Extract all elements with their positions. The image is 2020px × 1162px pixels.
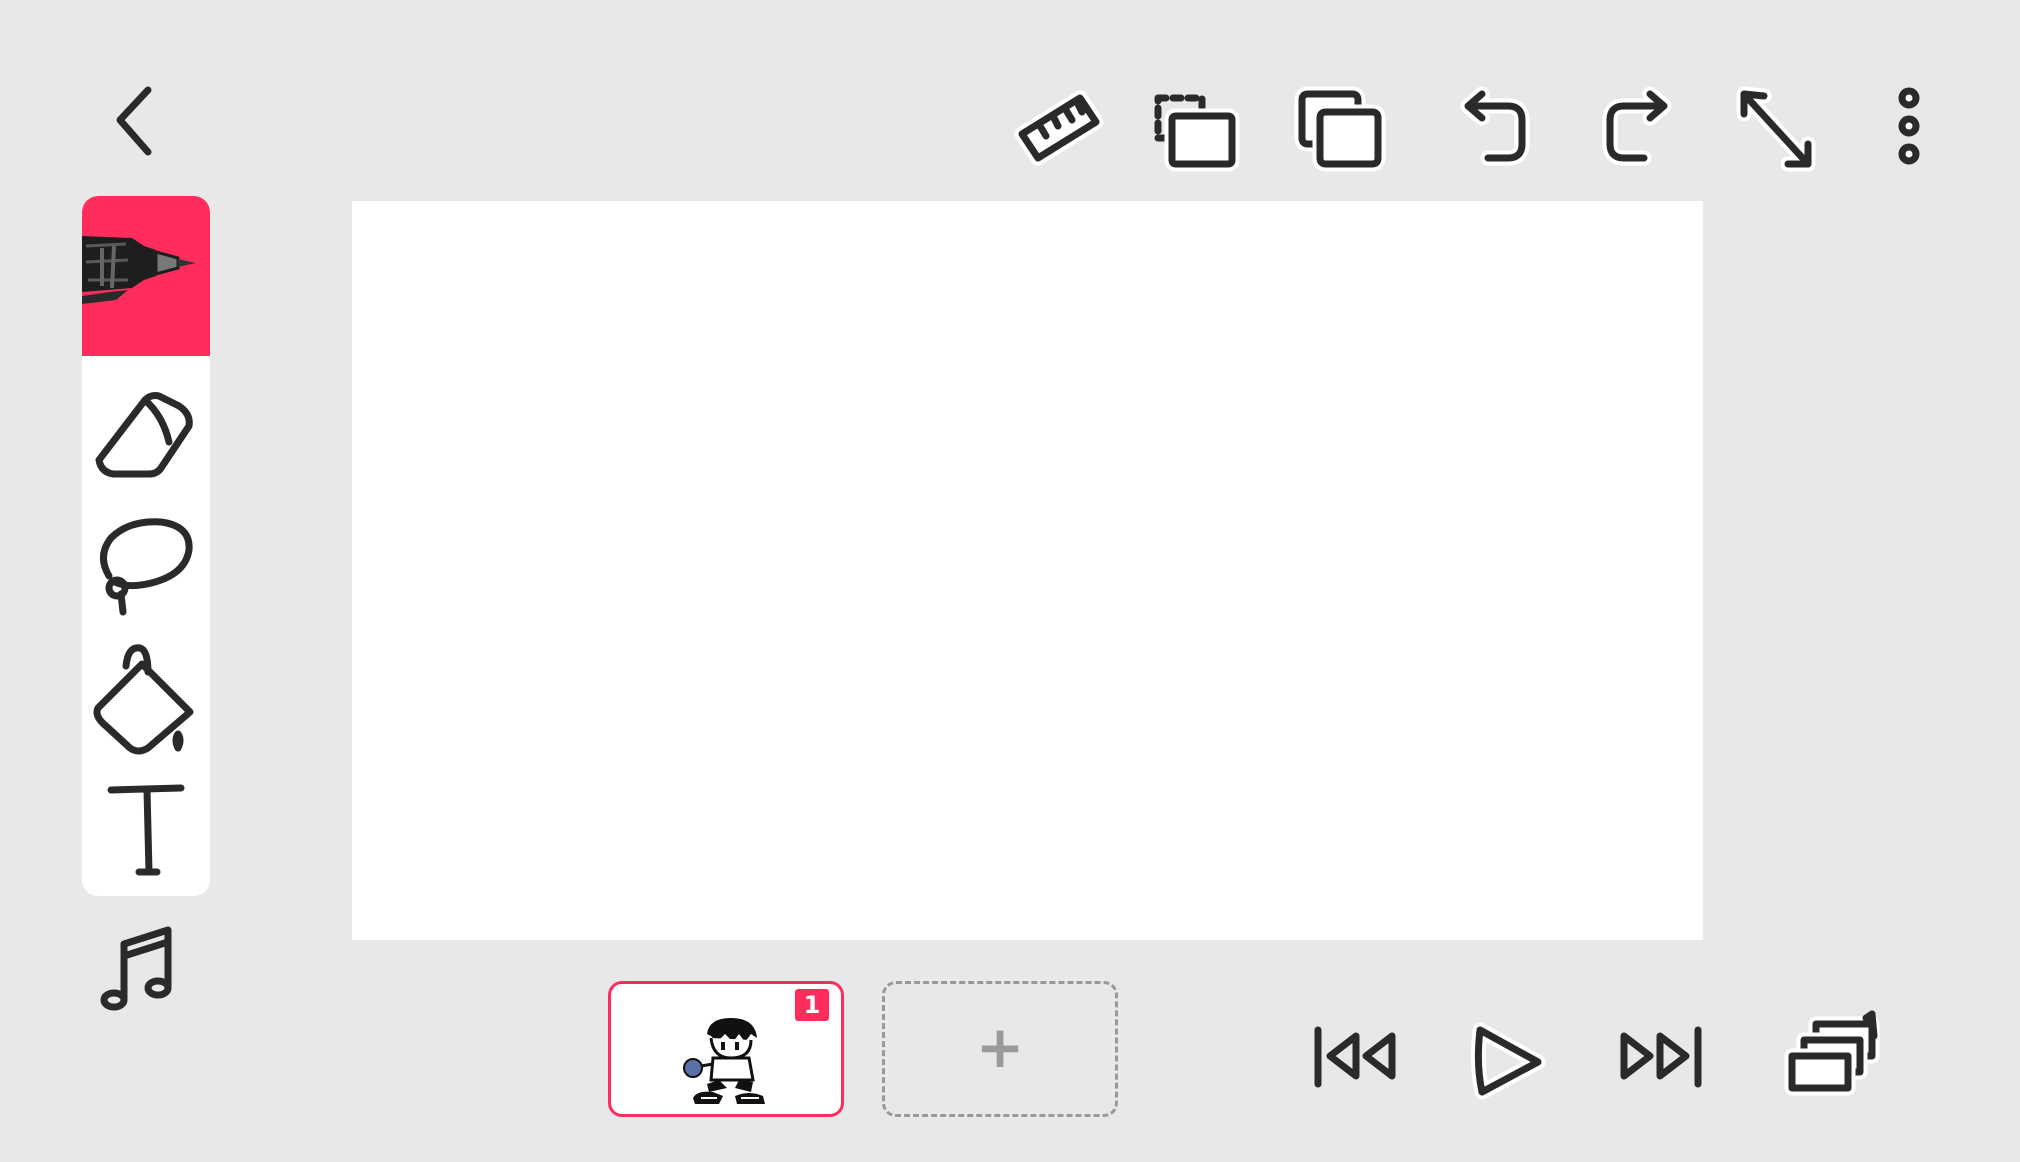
paint-bucket-icon <box>93 644 194 755</box>
plus-icon: + <box>975 1013 1025 1081</box>
music-note-icon <box>100 926 172 1011</box>
skip-to-end-icon <box>1620 1026 1702 1088</box>
app: 1 + <box>0 0 2020 1162</box>
tool-lasso[interactable] <box>82 516 210 620</box>
undo-icon <box>1460 86 1530 166</box>
fullscreen-button[interactable] <box>1734 86 1818 172</box>
more-button[interactable] <box>1884 86 1934 172</box>
tool-fill[interactable] <box>82 636 210 766</box>
music-button[interactable] <box>96 922 186 1012</box>
add-frame-button[interactable]: + <box>882 981 1118 1117</box>
ruler-button[interactable] <box>1012 88 1112 168</box>
lasso-icon <box>100 518 193 616</box>
onion-layers-icon <box>1784 1010 1880 1096</box>
frame-number-badge: 1 <box>795 989 829 1021</box>
play-icon <box>1470 1022 1546 1100</box>
resize-diagonal-icon <box>1736 86 1816 172</box>
pen-icon <box>82 236 196 304</box>
copy-icon <box>1294 86 1386 172</box>
tool-text[interactable] <box>82 776 210 886</box>
play-button[interactable] <box>1470 1022 1546 1100</box>
skip-to-end-button[interactable] <box>1614 1024 1706 1090</box>
text-icon <box>107 784 185 876</box>
skip-to-start-button[interactable] <box>1310 1024 1402 1090</box>
tool-eraser[interactable] <box>82 386 210 486</box>
frame-thumbnail[interactable]: 1 <box>608 981 844 1117</box>
undo-button[interactable] <box>1452 86 1532 168</box>
copy-button[interactable] <box>1294 86 1386 172</box>
chevron-left-icon <box>116 86 152 156</box>
character-drawing-thumbnail <box>683 1018 765 1104</box>
more-vertical-icon <box>1898 87 1920 165</box>
ruler-icon <box>1014 90 1104 166</box>
redo-icon <box>1602 86 1672 166</box>
back-button[interactable] <box>104 82 164 158</box>
select-paste-button[interactable] <box>1150 88 1240 172</box>
eraser-icon <box>95 392 193 478</box>
onion-layers-button[interactable]: 1 <box>1784 1010 1890 1100</box>
drawing-canvas[interactable] <box>352 201 1703 940</box>
redo-button[interactable] <box>1598 86 1678 168</box>
select-paste-icon <box>1154 94 1240 172</box>
tool-pen[interactable] <box>82 196 210 356</box>
skip-to-start-icon <box>1314 1026 1396 1088</box>
tool-panel <box>82 196 210 896</box>
